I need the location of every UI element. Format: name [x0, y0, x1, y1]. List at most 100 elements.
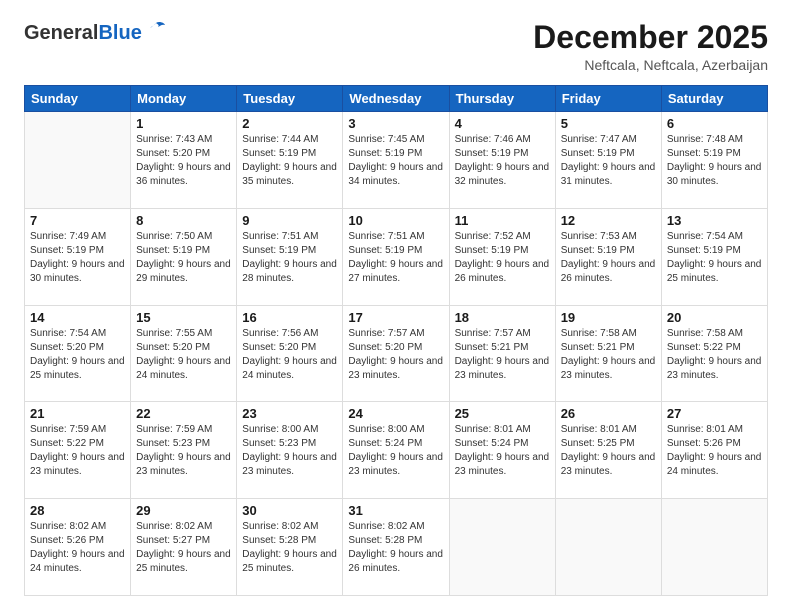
day-info: Sunrise: 8:02 AM Sunset: 5:28 PM Dayligh…	[348, 520, 443, 576]
day-number: 27	[667, 406, 762, 421]
day-info: Sunrise: 7:49 AM Sunset: 5:19 PM Dayligh…	[30, 230, 125, 286]
day-number: 30	[242, 503, 337, 518]
table-row: 1 Sunrise: 7:43 AM Sunset: 5:20 PM Daylig…	[131, 112, 237, 209]
day-info: Sunrise: 7:58 AM Sunset: 5:21 PM Dayligh…	[561, 327, 656, 383]
day-number: 10	[348, 213, 443, 228]
col-sunday: Sunday	[25, 86, 131, 112]
day-info: Sunrise: 8:02 AM Sunset: 5:28 PM Dayligh…	[242, 520, 337, 576]
header: GeneralBlue December 2025 Neftcala, Neft…	[24, 20, 768, 73]
day-info: Sunrise: 7:44 AM Sunset: 5:19 PM Dayligh…	[242, 133, 337, 189]
col-monday: Monday	[131, 86, 237, 112]
day-number: 13	[667, 213, 762, 228]
table-row: 21 Sunrise: 7:59 AM Sunset: 5:22 PM Dayli…	[25, 402, 131, 499]
table-row: 29Sunrise: 8:02 AM Sunset: 5:27 PM Dayli…	[131, 499, 237, 596]
table-row: 18 Sunrise: 7:57 AM Sunset: 5:21 PM Dayli…	[449, 305, 555, 402]
table-row: 12 Sunrise: 7:53 AM Sunset: 5:19 PM Dayli…	[555, 208, 661, 305]
day-info: Sunrise: 7:47 AM Sunset: 5:19 PM Dayligh…	[561, 133, 656, 189]
day-info: Sunrise: 7:57 AM Sunset: 5:20 PM Dayligh…	[348, 327, 443, 383]
table-row: 22 Sunrise: 7:59 AM Sunset: 5:23 PM Dayli…	[131, 402, 237, 499]
day-number: 16	[242, 310, 337, 325]
table-row: 20 Sunrise: 7:58 AM Sunset: 5:22 PM Dayli…	[661, 305, 767, 402]
day-number: 15	[136, 310, 231, 325]
day-number: 5	[561, 116, 656, 131]
day-number: 22	[136, 406, 231, 421]
day-number: 23	[242, 406, 337, 421]
table-row: 25 Sunrise: 8:01 AM Sunset: 5:24 PM Dayli…	[449, 402, 555, 499]
col-thursday: Thursday	[449, 86, 555, 112]
day-info: Sunrise: 8:00 AM Sunset: 5:23 PM Dayligh…	[242, 423, 337, 479]
day-number: 7	[30, 213, 125, 228]
day-number: 4	[455, 116, 550, 131]
col-saturday: Saturday	[661, 86, 767, 112]
day-number: 17	[348, 310, 443, 325]
day-info: Sunrise: 7:51 AM Sunset: 5:19 PM Dayligh…	[242, 230, 337, 286]
day-info: Sunrise: 7:59 AM Sunset: 5:22 PM Dayligh…	[30, 423, 125, 479]
table-row: 10 Sunrise: 7:51 AM Sunset: 5:19 PM Dayli…	[343, 208, 449, 305]
day-number: 9	[242, 213, 337, 228]
table-row	[555, 499, 661, 596]
day-info: Sunrise: 8:01 AM Sunset: 5:24 PM Dayligh…	[455, 423, 550, 479]
col-friday: Friday	[555, 86, 661, 112]
day-info: Sunrise: 8:02 AM Sunset: 5:27 PM Dayligh…	[136, 520, 231, 576]
table-row: 26 Sunrise: 8:01 AM Sunset: 5:25 PM Dayli…	[555, 402, 661, 499]
day-info: Sunrise: 7:57 AM Sunset: 5:21 PM Dayligh…	[455, 327, 550, 383]
day-info: Sunrise: 7:45 AM Sunset: 5:19 PM Dayligh…	[348, 133, 443, 189]
day-info: Sunrise: 7:51 AM Sunset: 5:19 PM Dayligh…	[348, 230, 443, 286]
day-info: Sunrise: 7:54 AM Sunset: 5:19 PM Dayligh…	[667, 230, 762, 286]
day-info: Sunrise: 8:01 AM Sunset: 5:25 PM Dayligh…	[561, 423, 656, 479]
day-number: 3	[348, 116, 443, 131]
logo-general: GeneralBlue	[24, 20, 142, 44]
logo-bird-icon	[146, 21, 166, 37]
day-number: 11	[455, 213, 550, 228]
day-info: Sunrise: 7:58 AM Sunset: 5:22 PM Dayligh…	[667, 327, 762, 383]
day-info: Sunrise: 8:02 AM Sunset: 5:26 PM Dayligh…	[30, 520, 125, 576]
table-row	[449, 499, 555, 596]
day-number: 21	[30, 406, 125, 421]
table-row: 17 Sunrise: 7:57 AM Sunset: 5:20 PM Dayli…	[343, 305, 449, 402]
day-info: Sunrise: 7:54 AM Sunset: 5:20 PM Dayligh…	[30, 327, 125, 383]
day-number: 2	[242, 116, 337, 131]
day-number: 14	[30, 310, 125, 325]
table-row: 14 Sunrise: 7:54 AM Sunset: 5:20 PM Dayli…	[25, 305, 131, 402]
col-wednesday: Wednesday	[343, 86, 449, 112]
day-info: Sunrise: 7:43 AM Sunset: 5:20 PM Dayligh…	[136, 133, 231, 189]
day-number: 8	[136, 213, 231, 228]
day-info: Sunrise: 7:53 AM Sunset: 5:19 PM Dayligh…	[561, 230, 656, 286]
table-row: 2 Sunrise: 7:44 AM Sunset: 5:19 PM Daylig…	[237, 112, 343, 209]
table-row: 30 Sunrise: 8:02 AM Sunset: 5:28 PM Dayli…	[237, 499, 343, 596]
day-number: 25	[455, 406, 550, 421]
day-info: Sunrise: 8:00 AM Sunset: 5:24 PM Dayligh…	[348, 423, 443, 479]
day-number: 18	[455, 310, 550, 325]
table-row: 11 Sunrise: 7:52 AM Sunset: 5:19 PM Dayli…	[449, 208, 555, 305]
day-number: 31	[348, 503, 443, 518]
day-info: Sunrise: 7:46 AM Sunset: 5:19 PM Dayligh…	[455, 133, 550, 189]
title-area: December 2025 Neftcala, Neftcala, Azerba…	[533, 20, 768, 73]
table-row: 27Sunrise: 8:01 AM Sunset: 5:26 PM Dayli…	[661, 402, 767, 499]
table-row: 23 Sunrise: 8:00 AM Sunset: 5:23 PM Dayli…	[237, 402, 343, 499]
location: Neftcala, Neftcala, Azerbaijan	[533, 57, 768, 73]
calendar-header-row: Sunday Monday Tuesday Wednesday Thursday…	[25, 86, 768, 112]
day-number: 20	[667, 310, 762, 325]
table-row	[661, 499, 767, 596]
calendar-table: Sunday Monday Tuesday Wednesday Thursday…	[24, 85, 768, 596]
day-number: 19	[561, 310, 656, 325]
col-tuesday: Tuesday	[237, 86, 343, 112]
table-row	[25, 112, 131, 209]
table-row: 19 Sunrise: 7:58 AM Sunset: 5:21 PM Dayli…	[555, 305, 661, 402]
day-number: 12	[561, 213, 656, 228]
table-row: 6Sunrise: 7:48 AM Sunset: 5:19 PM Daylig…	[661, 112, 767, 209]
table-row: 13 Sunrise: 7:54 AM Sunset: 5:19 PM Dayli…	[661, 208, 767, 305]
table-row: 3 Sunrise: 7:45 AM Sunset: 5:19 PM Daylig…	[343, 112, 449, 209]
day-number: 1	[136, 116, 231, 131]
day-info: Sunrise: 7:48 AM Sunset: 5:19 PM Dayligh…	[667, 133, 762, 189]
table-row: 7 Sunrise: 7:49 AM Sunset: 5:19 PM Daylig…	[25, 208, 131, 305]
table-row: 28Sunrise: 8:02 AM Sunset: 5:26 PM Dayli…	[25, 499, 131, 596]
day-number: 26	[561, 406, 656, 421]
day-info: Sunrise: 7:59 AM Sunset: 5:23 PM Dayligh…	[136, 423, 231, 479]
table-row: 31 Sunrise: 8:02 AM Sunset: 5:28 PM Dayli…	[343, 499, 449, 596]
table-row: 9 Sunrise: 7:51 AM Sunset: 5:19 PM Daylig…	[237, 208, 343, 305]
day-info: Sunrise: 7:52 AM Sunset: 5:19 PM Dayligh…	[455, 230, 550, 286]
table-row: 5 Sunrise: 7:47 AM Sunset: 5:19 PM Daylig…	[555, 112, 661, 209]
month-title: December 2025	[533, 20, 768, 55]
day-info: Sunrise: 7:50 AM Sunset: 5:19 PM Dayligh…	[136, 230, 231, 286]
